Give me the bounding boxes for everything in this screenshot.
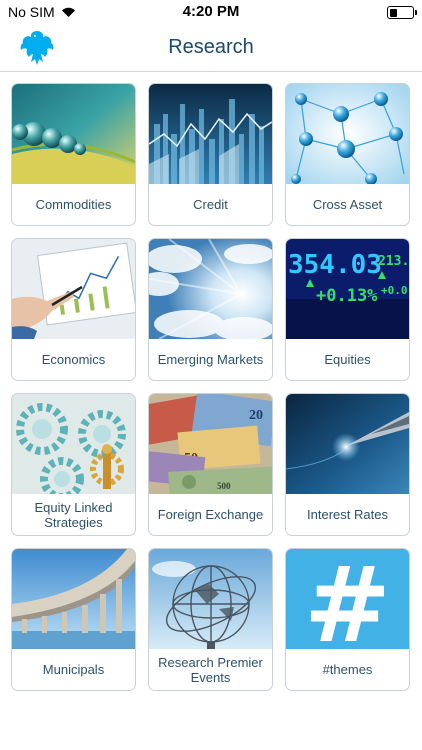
equities-ticker-price-2: 213.4 (378, 254, 409, 269)
research-category-grid: Commodities Credit Cross Asset Economics… (11, 83, 411, 691)
tile-label: Emerging Markets (157, 352, 264, 367)
tile-foreign-exchange[interactable]: 20 50 500 Foreign Exchange (148, 393, 273, 536)
tile-credit[interactable]: Credit (148, 83, 273, 226)
tile-emerging-markets[interactable]: Emerging Markets (148, 238, 273, 381)
tile-label: Research Premier Events (158, 654, 263, 685)
municipals-image (12, 549, 135, 649)
tile-research-premier-events[interactable]: Research Premier Events (148, 548, 273, 691)
equities-ticker-change-2: +0.0 (381, 284, 408, 297)
tile-label: Cross Asset (312, 197, 383, 212)
interest-rates-image (286, 394, 409, 494)
tile-commodities[interactable]: Commodities (11, 83, 136, 226)
tile-label: Municipals (42, 662, 105, 677)
tile-label: Interest Rates (307, 507, 388, 522)
equities-ticker-change: +0.13% (316, 286, 378, 306)
navigation-bar: Research (0, 24, 422, 72)
tile-label: Credit (193, 197, 228, 212)
tile-municipals[interactable]: Municipals (11, 548, 136, 691)
themes-hashtag-image: # (286, 549, 409, 649)
tile-equity-linked-strategies[interactable]: Equity Linked Strategies (11, 393, 136, 536)
tile-interest-rates[interactable]: Interest Rates (285, 393, 410, 536)
tile-label: Equities (324, 352, 371, 367)
research-premier-events-image (149, 549, 272, 649)
tile-themes[interactable]: # #themes (285, 548, 410, 691)
equities-image: 354.03 213.4 +0.13% +0.0 (286, 239, 409, 339)
economics-image (12, 239, 135, 339)
emerging-markets-image (149, 239, 272, 339)
tile-equities[interactable]: 354.03 213.4 +0.13% +0.0 Equities (285, 238, 410, 381)
tile-label: Foreign Exchange (157, 507, 264, 522)
cross-asset-image (286, 84, 409, 184)
tile-label: Equity Linked Strategies (34, 499, 113, 530)
battery-level (389, 8, 397, 17)
fx-note-500: 500 (217, 481, 231, 491)
clock: 4:20 PM (182, 3, 240, 20)
page-title: Research (168, 36, 254, 58)
foreign-exchange-image: 20 50 500 (149, 394, 272, 494)
tile-label: Commodities (35, 197, 112, 212)
equity-linked-strategies-image (12, 394, 135, 494)
commodities-image (12, 84, 135, 184)
tile-cross-asset[interactable]: Cross Asset (285, 83, 410, 226)
tile-label: #themes (322, 662, 373, 677)
battery-icon (387, 6, 417, 19)
hashtag-glyph: # (304, 549, 391, 649)
tile-label: Economics (41, 352, 106, 367)
credit-image (149, 84, 272, 184)
fx-note-20: 20 (249, 408, 263, 423)
tile-economics[interactable]: Economics (11, 238, 136, 381)
equities-ticker-price: 354.03 (288, 250, 382, 280)
status-bar: No SIM 4:20 PM (0, 0, 422, 24)
